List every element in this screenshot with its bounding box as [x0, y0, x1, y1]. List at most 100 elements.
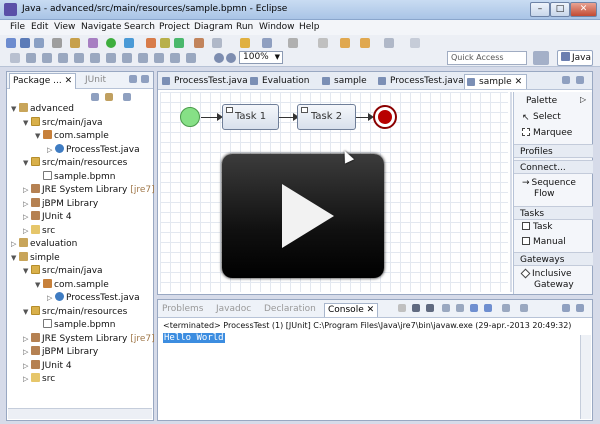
debug-icon[interactable] — [88, 38, 98, 48]
expanded-arrow-icon[interactable]: ▼ — [23, 157, 31, 170]
menu-edit[interactable]: Edit — [31, 22, 48, 32]
start-event[interactable] — [180, 107, 200, 127]
forward-icon[interactable] — [384, 38, 394, 48]
external-tools-icon[interactable] — [124, 38, 134, 48]
back-icon[interactable] — [318, 38, 328, 48]
collapsed-arrow-icon[interactable]: ▷ — [23, 225, 31, 238]
layout-icon[interactable] — [410, 38, 420, 48]
pin-icon[interactable] — [240, 38, 250, 48]
tree-item[interactable]: ▼ src/main/java — [23, 116, 103, 130]
distribute-icon[interactable] — [154, 53, 164, 63]
expanded-arrow-icon[interactable]: ▼ — [23, 306, 31, 319]
menu-run[interactable]: Run — [236, 22, 253, 32]
open-perspective-icon[interactable] — [533, 51, 549, 65]
collapsed-arrow-icon[interactable]: ▷ — [11, 238, 19, 251]
word-wrap-icon[interactable] — [470, 304, 478, 312]
expanded-arrow-icon[interactable]: ▼ — [11, 252, 19, 265]
menu-window[interactable]: Window — [259, 22, 295, 32]
palette-collapse-icon[interactable]: ▷ — [580, 95, 586, 104]
palette-item-task[interactable]: Task — [522, 222, 552, 233]
open-type-icon[interactable] — [194, 38, 204, 48]
match-width-icon[interactable] — [122, 53, 132, 63]
next-edit-icon[interactable] — [360, 38, 370, 48]
menu-search[interactable]: Search — [124, 22, 155, 32]
align-left-icon[interactable] — [26, 53, 36, 63]
tab-declaration[interactable]: Declaration — [264, 303, 316, 317]
tab-console[interactable]: Console ✕ — [324, 303, 379, 317]
expanded-arrow-icon[interactable]: ▼ — [35, 279, 43, 292]
search-icon[interactable] — [212, 38, 222, 48]
remove-launch-icon[interactable] — [412, 304, 420, 312]
tree-item[interactable]: ▷ ProcessTest.java — [47, 143, 140, 157]
minimize-button[interactable]: – — [530, 2, 550, 17]
menu-view[interactable]: View — [54, 22, 75, 32]
tree-item[interactable]: ▷ src — [23, 373, 55, 386]
palette-item-inclusive-gateway[interactable]: Inclusive — [520, 268, 572, 280]
minimize-view-icon[interactable] — [129, 75, 137, 83]
tree-item[interactable]: ▷ ProcessTest.java — [47, 292, 140, 305]
save-icon[interactable] — [20, 38, 30, 48]
collapsed-arrow-icon[interactable]: ▷ — [23, 211, 31, 224]
maximize-button[interactable]: □ — [550, 2, 570, 17]
expanded-arrow-icon[interactable]: ▼ — [23, 117, 31, 130]
tab-processtest-java-2[interactable]: ProcessTest.java — [376, 74, 464, 89]
align-top-icon[interactable] — [74, 53, 84, 63]
explorer-hscrollbar[interactable] — [8, 408, 152, 419]
video-play-overlay[interactable] — [222, 154, 384, 278]
tab-sample-active[interactable]: sample ✕ — [464, 74, 528, 89]
maximize-console-icon[interactable] — [576, 304, 584, 312]
menu-file[interactable]: File — [10, 22, 25, 32]
clear-console-icon[interactable] — [442, 304, 450, 312]
palette-item-marquee[interactable]: Marquee — [522, 128, 572, 139]
tab-javadoc[interactable]: Javadoc — [216, 303, 251, 317]
tree-item[interactable]: ▷ jBPM Library — [23, 197, 98, 211]
tab-problems[interactable]: Problems — [162, 303, 203, 317]
collapsed-arrow-icon[interactable]: ▷ — [23, 360, 31, 373]
tab-sample[interactable]: sample — [320, 74, 367, 89]
palette-item-manual[interactable]: Manual — [522, 237, 566, 248]
align-right-icon[interactable] — [58, 53, 68, 63]
open-console-icon[interactable] — [520, 304, 528, 312]
menu-help[interactable]: Help — [299, 22, 320, 32]
previous-edit-icon[interactable] — [340, 38, 350, 48]
tree-item[interactable]: ▷ JRE System Library [jre7] — [23, 184, 155, 197]
print-icon[interactable] — [52, 38, 62, 48]
new-icon[interactable] — [6, 38, 16, 48]
tree-item[interactable]: ▷ jBPM Library — [23, 346, 98, 359]
collapsed-arrow-icon[interactable]: ▷ — [23, 346, 31, 359]
save-all-icon[interactable] — [34, 38, 44, 48]
maximize-editor-icon[interactable] — [576, 76, 584, 84]
scroll-lock-icon[interactable] — [456, 304, 464, 312]
tree-item[interactable]: ▼ advanced — [11, 103, 74, 116]
new-package-icon[interactable] — [160, 38, 170, 48]
palette-group-tasks[interactable]: Tasks — [514, 206, 593, 220]
tree-item[interactable]: ▼ src/main/resources — [23, 305, 127, 319]
zoom-combo[interactable]: 100% ▼ — [239, 51, 283, 64]
java-perspective-button[interactable]: Java — [557, 50, 593, 66]
tree-item[interactable]: ▼ com.sample — [35, 130, 109, 143]
tree-item[interactable]: ▷ JRE System Library [jre7] — [23, 332, 155, 346]
align-bottom-icon[interactable] — [106, 53, 116, 63]
annotation-icon[interactable] — [262, 38, 272, 48]
tree-item[interactable]: ▷ JUnit 4 — [23, 359, 72, 373]
menu-navigate[interactable]: Navigate — [81, 22, 121, 32]
menu-project[interactable]: Project — [159, 22, 190, 32]
tree-item[interactable]: ▷ src — [23, 224, 55, 238]
collapsed-arrow-icon[interactable]: ▷ — [47, 292, 55, 305]
quick-access-input[interactable]: Quick Access — [447, 51, 527, 65]
match-height-icon[interactable] — [138, 53, 148, 63]
tree-item[interactable]: ▼ com.sample — [35, 278, 109, 292]
new-java-project-icon[interactable] — [146, 38, 156, 48]
tab-package-explorer[interactable]: Package ... ✕ — [9, 73, 77, 89]
expanded-arrow-icon[interactable]: ▼ — [11, 103, 19, 116]
end-event[interactable] — [375, 107, 395, 127]
align-center-icon[interactable] — [42, 53, 52, 63]
palette-item-sequence-flow[interactable]: → Sequence — [522, 178, 576, 189]
tab-evaluation[interactable]: Evaluation — [248, 74, 310, 89]
palette-group-gateways[interactable]: Gateways — [514, 252, 593, 266]
console-scrollbar[interactable] — [580, 335, 591, 419]
console-output[interactable]: Hello World — [163, 333, 225, 343]
collapse-all-icon[interactable] — [91, 93, 99, 101]
link-editor-icon[interactable] — [105, 93, 113, 101]
task-1[interactable]: Task 1 — [222, 104, 279, 130]
